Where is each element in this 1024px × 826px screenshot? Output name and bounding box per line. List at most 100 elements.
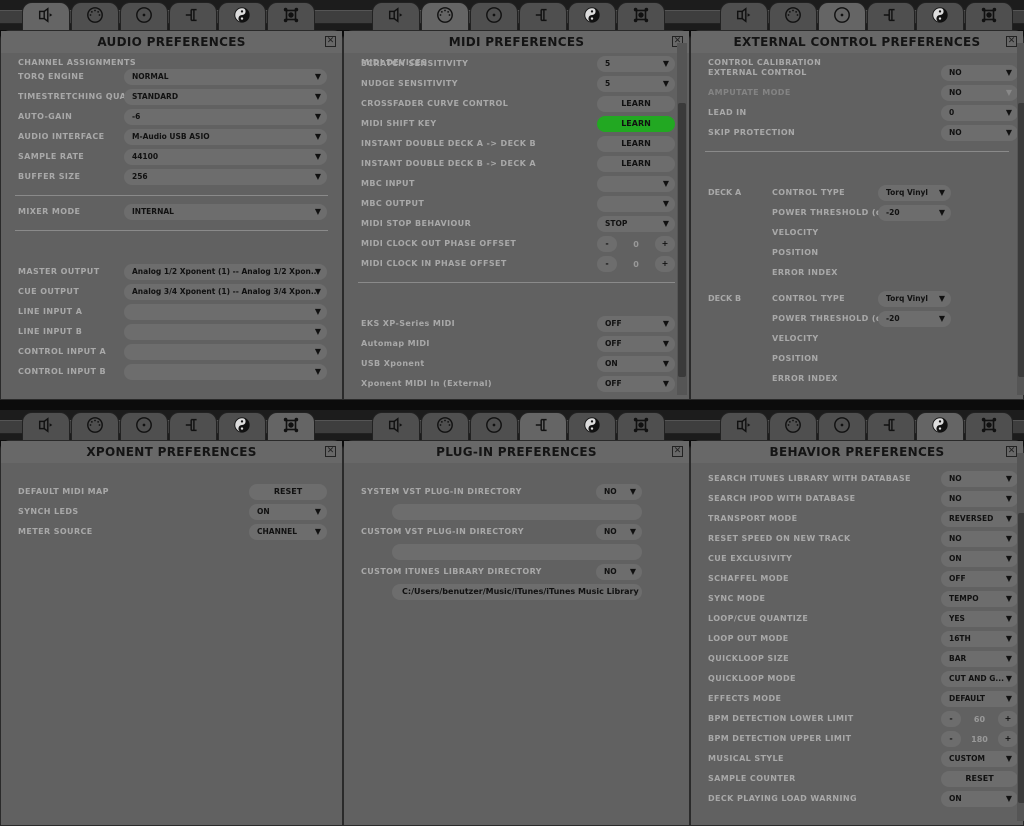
directory-path-field[interactable]: [392, 544, 642, 560]
learn-button[interactable]: LEARN: [597, 116, 675, 132]
decrement-button[interactable]: -: [941, 711, 961, 727]
scrollbar-thumb[interactable]: [678, 103, 686, 377]
close-button[interactable]: ✕: [325, 446, 336, 457]
scrollbar[interactable]: [1017, 43, 1024, 395]
tab-plug[interactable]: [169, 2, 217, 30]
tab-yin-yang[interactable]: [568, 2, 616, 30]
dropdown[interactable]: STOP ▼: [597, 216, 675, 232]
tab-xponent[interactable]: [617, 412, 665, 440]
tab-speaker[interactable]: [22, 412, 70, 440]
scrollbar[interactable]: [677, 43, 687, 395]
dropdown[interactable]: REVERSED ▼: [941, 511, 1018, 527]
dropdown[interactable]: ▼: [124, 344, 327, 360]
tab-midi-din[interactable]: [769, 412, 817, 440]
decrement-button[interactable]: -: [597, 236, 617, 252]
tab-plug[interactable]: [519, 412, 567, 441]
tab-midi-din[interactable]: [71, 412, 119, 440]
decrement-button[interactable]: -: [597, 256, 617, 272]
dropdown[interactable]: ▼: [597, 176, 675, 192]
reset-button[interactable]: RESET: [249, 484, 327, 500]
scrollbar-thumb[interactable]: [1018, 103, 1024, 377]
dropdown[interactable]: NO ▼: [941, 471, 1018, 487]
dropdown[interactable]: NO ▼: [596, 524, 642, 540]
dropdown[interactable]: CUT AND G... ▼: [941, 671, 1018, 687]
reset-button[interactable]: RESET: [941, 771, 1018, 787]
close-button[interactable]: ✕: [1006, 446, 1017, 457]
tab-speaker[interactable]: [720, 412, 768, 440]
dropdown[interactable]: ON ▼: [597, 356, 675, 372]
tab-xponent[interactable]: [617, 2, 665, 30]
dropdown[interactable]: ON ▼: [249, 504, 327, 520]
dropdown[interactable]: -20 ▼: [878, 205, 951, 221]
tab-turntable[interactable]: [120, 412, 168, 440]
dropdown[interactable]: ▼: [124, 304, 327, 320]
dropdown[interactable]: NO ▼: [596, 564, 642, 580]
increment-button[interactable]: +: [997, 711, 1018, 727]
increment-button[interactable]: +: [654, 256, 675, 272]
dropdown[interactable]: 5 ▼: [597, 76, 675, 92]
dropdown[interactable]: 5 ▼: [597, 56, 675, 72]
dropdown[interactable]: Analog 3/4 Xponent (1) -- Analog 3/4 Xpo…: [124, 284, 327, 300]
tab-speaker[interactable]: [372, 412, 420, 440]
tab-midi-din[interactable]: [71, 2, 119, 30]
dropdown[interactable]: BAR ▼: [941, 651, 1018, 667]
tab-turntable[interactable]: [120, 2, 168, 30]
tab-turntable[interactable]: [470, 412, 518, 440]
dropdown[interactable]: 44100 ▼: [124, 149, 327, 165]
dropdown[interactable]: NO ▼: [596, 484, 642, 500]
decrement-button[interactable]: -: [941, 731, 961, 747]
tab-midi-din[interactable]: [421, 412, 469, 440]
dropdown[interactable]: 256 ▼: [124, 169, 327, 185]
dropdown[interactable]: 0 ▼: [941, 105, 1018, 121]
dropdown[interactable]: NO ▼: [941, 125, 1018, 141]
tab-speaker[interactable]: [372, 2, 420, 30]
dropdown[interactable]: -20 ▼: [878, 311, 951, 327]
dropdown[interactable]: STANDARD ▼: [124, 89, 327, 105]
dropdown[interactable]: M-Audio USB ASIO ▼: [124, 129, 327, 145]
tab-plug[interactable]: [867, 2, 915, 30]
dropdown[interactable]: INTERNAL ▼: [124, 204, 327, 220]
tab-yin-yang[interactable]: [568, 412, 616, 440]
dropdown[interactable]: ▼: [124, 364, 327, 380]
learn-button[interactable]: LEARN: [597, 136, 675, 152]
tab-plug[interactable]: [519, 2, 567, 30]
tab-turntable[interactable]: [818, 2, 866, 31]
dropdown[interactable]: OFF ▼: [597, 336, 675, 352]
dropdown[interactable]: NO ▼: [941, 531, 1018, 547]
dropdown[interactable]: ON ▼: [941, 791, 1018, 807]
dropdown[interactable]: Analog 1/2 Xponent (1) -- Analog 1/2 Xpo…: [124, 264, 327, 280]
dropdown[interactable]: OFF ▼: [597, 376, 675, 392]
close-button[interactable]: ✕: [325, 36, 336, 47]
scrollbar-thumb[interactable]: [1018, 513, 1024, 803]
dropdown[interactable]: ▼: [597, 196, 675, 212]
directory-path-field[interactable]: C:/Users/benutzer/Music/iTunes/iTunes Mu…: [392, 584, 642, 600]
tab-speaker[interactable]: [22, 2, 70, 31]
dropdown[interactable]: -6 ▼: [124, 109, 327, 125]
tab-yin-yang[interactable]: [218, 2, 266, 30]
tab-xponent[interactable]: [267, 412, 315, 441]
tab-xponent[interactable]: [267, 2, 315, 30]
tab-yin-yang[interactable]: [916, 2, 964, 30]
close-button[interactable]: ✕: [672, 446, 683, 457]
dropdown[interactable]: DEFAULT ▼: [941, 691, 1018, 707]
tab-yin-yang[interactable]: [218, 412, 266, 440]
dropdown[interactable]: CUSTOM ▼: [941, 751, 1018, 767]
tab-plug[interactable]: [867, 412, 915, 440]
dropdown[interactable]: TEMPO ▼: [941, 591, 1018, 607]
dropdown[interactable]: NORMAL ▼: [124, 69, 327, 85]
tab-turntable[interactable]: [818, 412, 866, 440]
dropdown[interactable]: YES ▼: [941, 611, 1018, 627]
dropdown[interactable]: ▼: [124, 324, 327, 340]
tab-midi-din[interactable]: [769, 2, 817, 30]
tab-speaker[interactable]: [720, 2, 768, 30]
tab-xponent[interactable]: [965, 2, 1013, 30]
increment-button[interactable]: +: [997, 731, 1018, 747]
learn-button[interactable]: LEARN: [597, 156, 675, 172]
dropdown[interactable]: ON ▼: [941, 551, 1018, 567]
dropdown[interactable]: Torq Vinyl ▼: [878, 291, 951, 307]
tab-midi-din[interactable]: [421, 2, 469, 31]
dropdown[interactable]: NO ▼: [941, 491, 1018, 507]
dropdown[interactable]: OFF ▼: [597, 316, 675, 332]
scrollbar[interactable]: [1017, 453, 1024, 821]
tab-turntable[interactable]: [470, 2, 518, 30]
